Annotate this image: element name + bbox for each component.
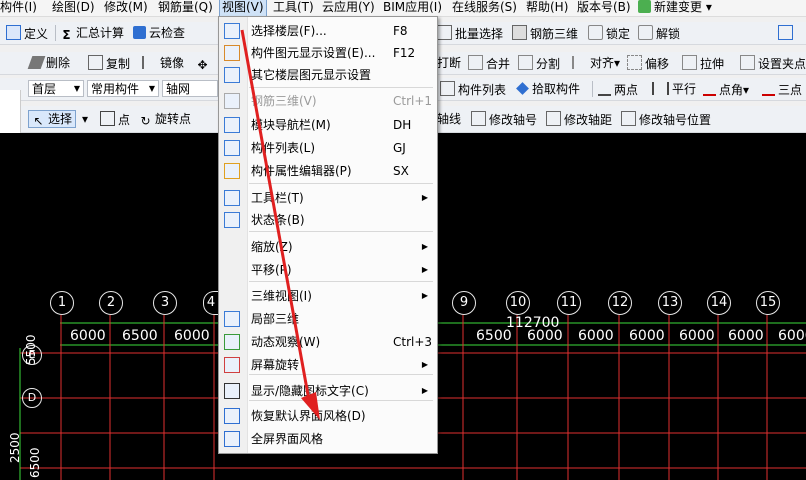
annotation-arrow — [240, 29, 320, 420]
